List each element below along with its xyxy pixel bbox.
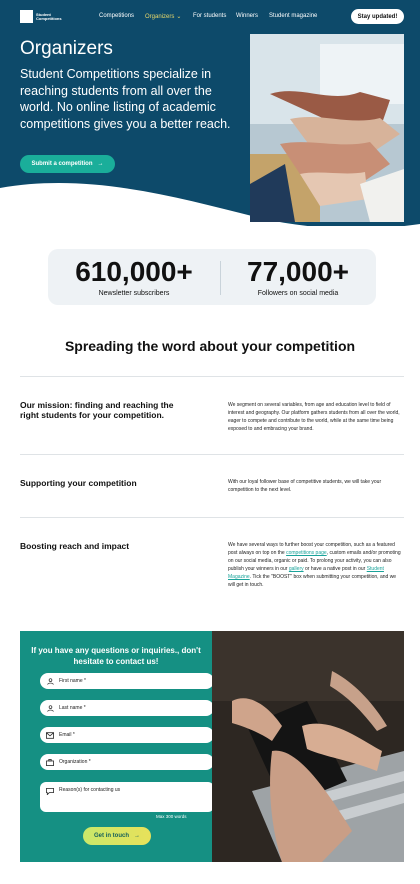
stat-label: Newsletter subscribers: [98, 290, 170, 297]
row-text-mission: We segment on several variables, from ag…: [228, 402, 400, 432]
nav-link-competitions[interactable]: Competitions: [99, 13, 134, 19]
contact-title: If you have any questions or inquiries.,…: [31, 646, 201, 666]
organization-placeholder: Organization *: [59, 759, 91, 765]
person-icon: [46, 704, 54, 712]
row-heading-supporting: Supporting your competition: [20, 478, 137, 488]
arrow-right-icon: →: [97, 161, 104, 167]
submit-competition-label: Submit a competition: [31, 161, 93, 167]
stat-label: Followers on social media: [257, 290, 339, 297]
divider: [20, 454, 404, 455]
briefcase-icon: [46, 758, 54, 766]
email-placeholder: Email *: [59, 732, 75, 738]
stat-social: 77,000+ Followers on social media: [216, 256, 380, 298]
nav-link-for-students[interactable]: For students: [193, 13, 226, 19]
nav-link-organizers-label: Organizers: [145, 14, 175, 20]
contact-photo-phone: [212, 631, 404, 862]
row-heading-mission: Our mission: finding and reaching the ri…: [20, 400, 174, 420]
site-logo[interactable]: Student Competitions: [20, 9, 68, 24]
nav-link-winners[interactable]: Winners: [236, 13, 258, 19]
email-field[interactable]: Email *: [40, 727, 214, 743]
chat-bubble-icon: [46, 787, 54, 795]
section-title: Spreading the word about your competitio…: [64, 338, 356, 354]
contact-section: If you have any questions or inquiries.,…: [20, 631, 404, 862]
mail-icon: [46, 731, 54, 739]
stat-newsletter: 610,000+ Newsletter subscribers: [52, 256, 216, 298]
stat-value: 77,000+: [247, 256, 349, 287]
stats-card: 610,000+ Newsletter subscribers 77,000+ …: [48, 249, 376, 305]
competitions-page-link[interactable]: competitions page: [286, 550, 327, 556]
hero-subtitle: Student Competitions specialize in reach…: [20, 67, 231, 131]
get-in-touch-button[interactable]: Get in touch →: [83, 827, 151, 845]
submit-competition-button[interactable]: Submit a competition →: [20, 155, 115, 173]
nav-link-organizers[interactable]: Organizers ⌄: [145, 13, 181, 20]
arrow-right-icon: →: [134, 833, 140, 839]
get-in-touch-label: Get in touch: [94, 833, 129, 839]
max-words-hint: Max 300 words: [156, 814, 187, 819]
row-text-supporting: With our loyal follower base of competit…: [228, 479, 382, 493]
stay-updated-button[interactable]: Stay updated!: [351, 9, 404, 24]
hero-section: Student Competitions Competitions Organi…: [0, 0, 420, 226]
reason-textarea[interactable]: Reason(s) for contacting us: [40, 782, 214, 812]
nav-link-student-magazine[interactable]: Student magazine: [269, 13, 317, 19]
gallery-link[interactable]: gallery: [289, 566, 304, 572]
chevron-down-icon: ⌄: [176, 14, 182, 20]
row-text-boosting: We have several ways to further boost yo…: [228, 541, 404, 589]
divider: [20, 517, 404, 518]
logo-mark-icon: [20, 10, 33, 23]
logo-text: Student Competitions: [36, 11, 62, 21]
last-name-field[interactable]: Last name *: [40, 700, 214, 716]
text-span: or have a native post in our: [303, 566, 367, 572]
first-name-placeholder: First name *: [59, 678, 86, 684]
organization-field[interactable]: Organization *: [40, 754, 214, 770]
page-title: Organizers: [20, 38, 113, 59]
row-heading-boosting: Boosting reach and impact: [20, 541, 130, 551]
divider: [20, 376, 404, 377]
text-span: . Tick the "BOOST" box when submitting y…: [228, 574, 397, 588]
last-name-placeholder: Last name *: [59, 705, 86, 711]
contact-form-panel: If you have any questions or inquiries.,…: [20, 631, 214, 862]
first-name-field[interactable]: First name *: [40, 673, 214, 689]
top-nav: Student Competitions Competitions Organi…: [0, 0, 420, 33]
reason-placeholder: Reason(s) for contacting us: [59, 787, 121, 793]
person-icon: [46, 677, 54, 685]
stat-value: 610,000+: [75, 256, 193, 287]
hero-photo-hands: [250, 34, 404, 222]
